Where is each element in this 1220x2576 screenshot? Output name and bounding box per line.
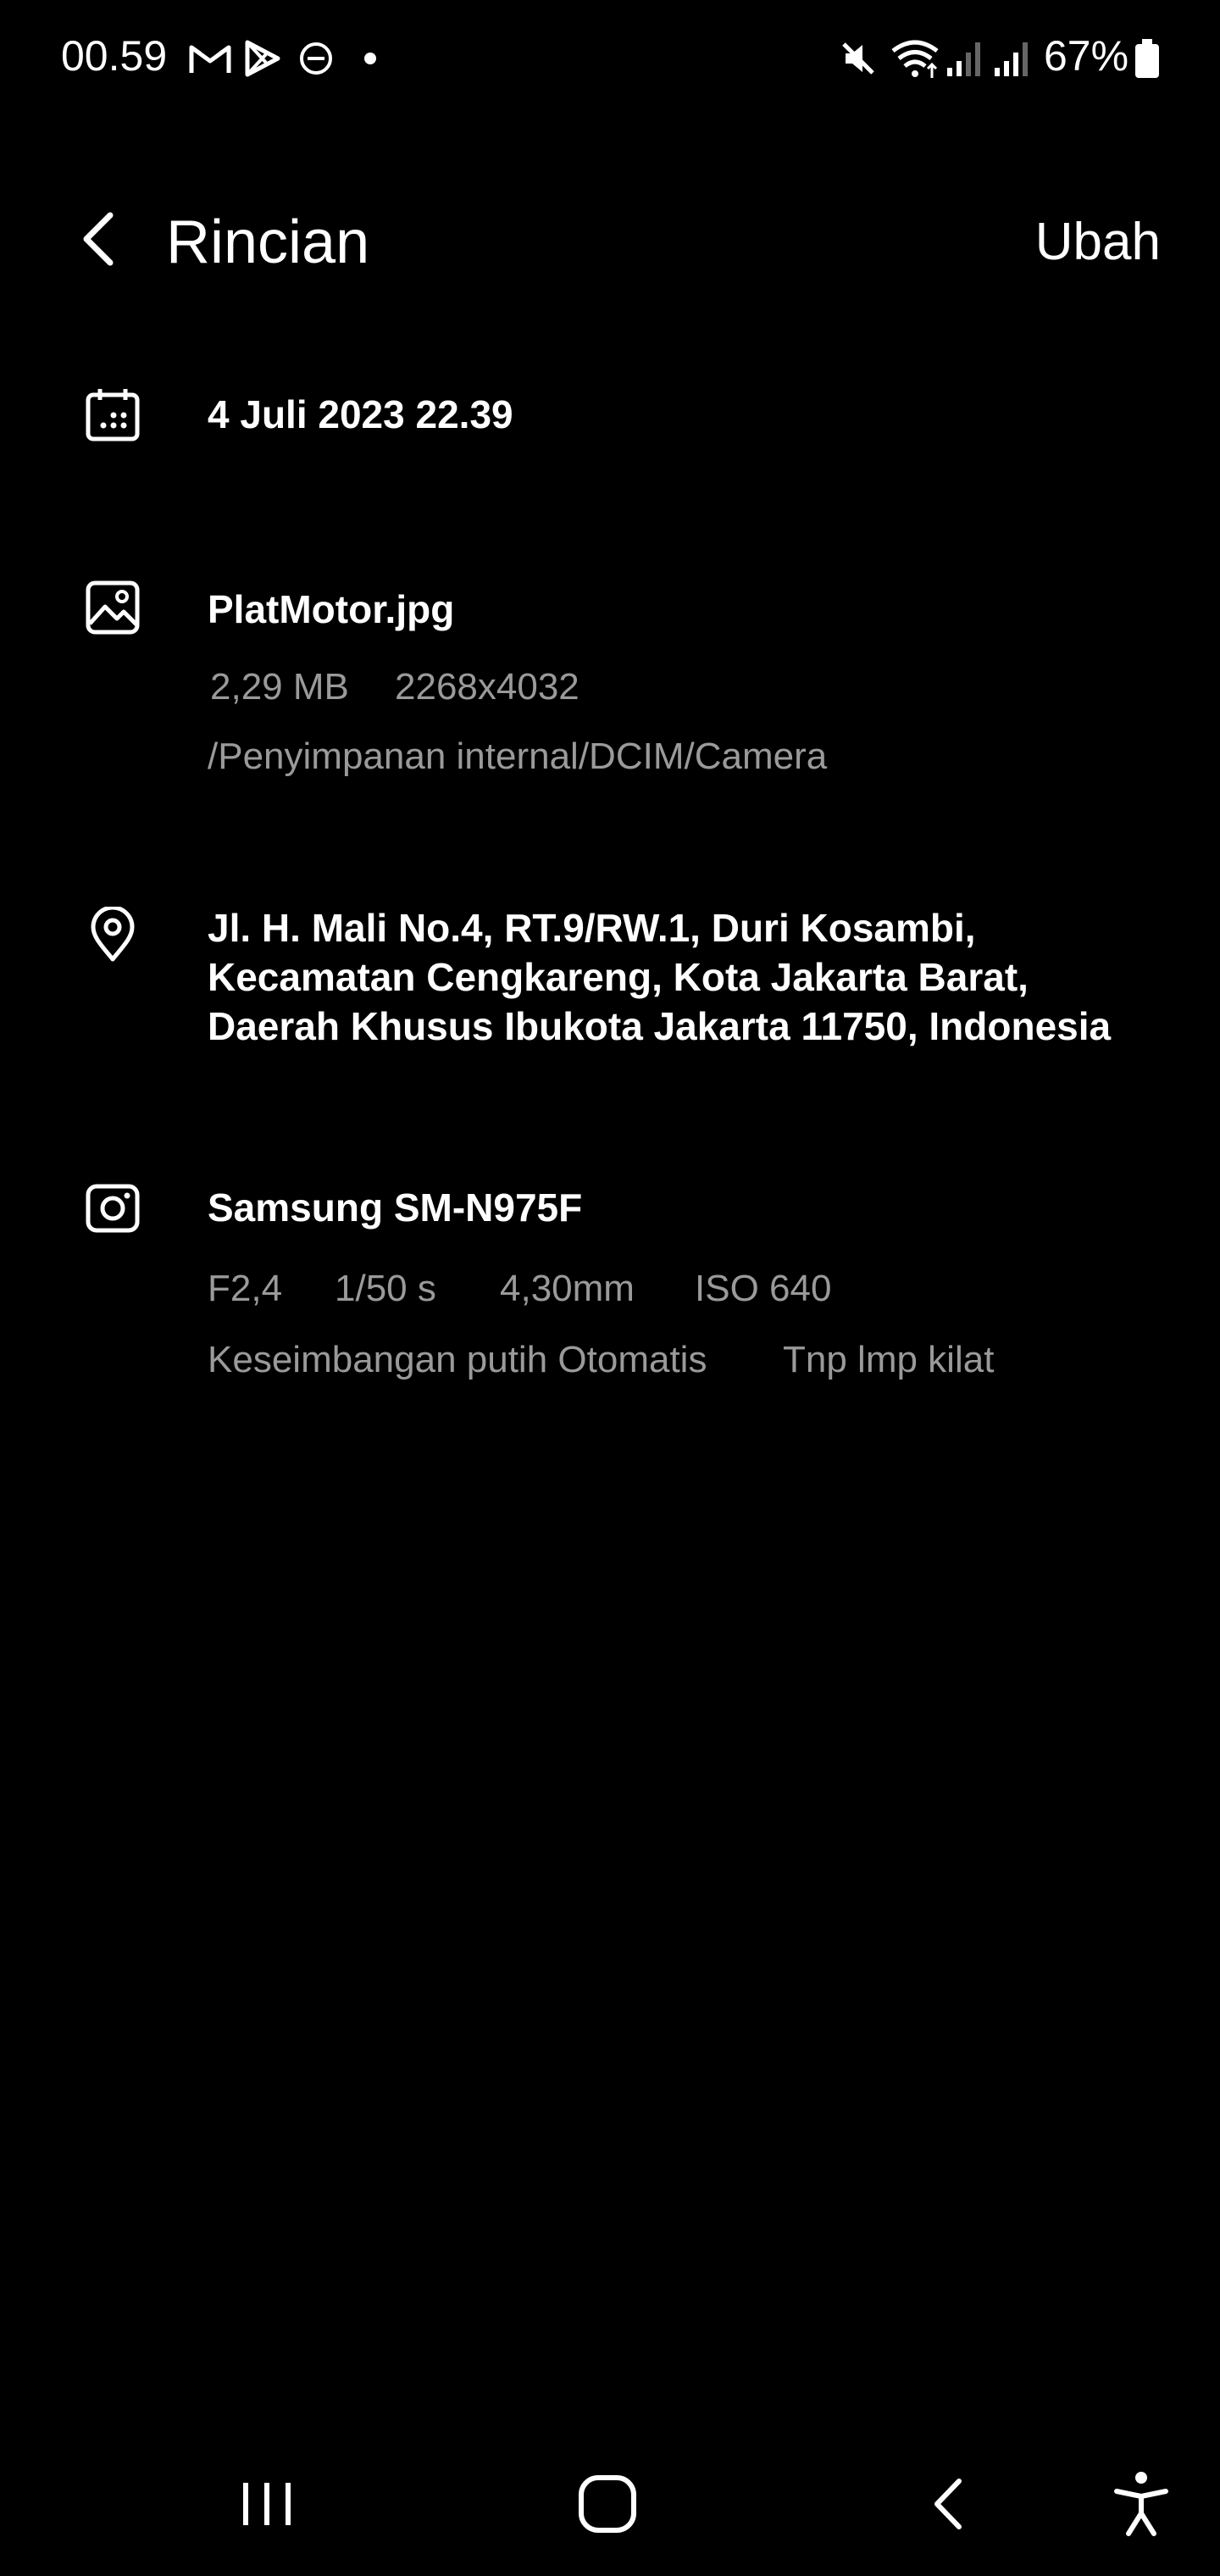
navigation-bar [0, 2423, 1220, 2576]
camera-model: Samsung SM-N975F [208, 1185, 583, 1230]
date-time: 4 Juli 2023 22.39 [208, 392, 513, 436]
image-icon [86, 580, 140, 635]
edit-button[interactable]: Ubah [1017, 207, 1161, 278]
file-path: /Penyimpanan internal/DCIM/Camera [208, 736, 828, 777]
dot-icon [364, 53, 376, 64]
status-time: 00.59 [61, 32, 168, 80]
location-pin-icon [91, 907, 135, 962]
chevron-left-icon [83, 212, 114, 266]
aperture: F2,4 [208, 1268, 283, 1309]
white-balance: Keseimbangan putih Otomatis [208, 1339, 707, 1380]
page-title: Rincian [166, 208, 370, 276]
focal-length: 4,30mm [500, 1268, 635, 1309]
shutter-speed: 1/50 s [335, 1268, 436, 1309]
recent-apps-icon[interactable] [237, 2474, 297, 2534]
gmail-icon [189, 45, 231, 73]
battery-icon [1135, 39, 1159, 78]
mute-icon [842, 42, 874, 75]
back-icon[interactable] [925, 2474, 971, 2534]
home-icon[interactable] [576, 2473, 639, 2535]
do-not-disturb-icon [300, 42, 332, 75]
address-line: Daerah Khusus Ibukota Jakarta 11750, Ind… [208, 1004, 1112, 1048]
accessibility-icon[interactable] [1112, 2469, 1171, 2537]
iso: ISO 640 [695, 1268, 832, 1309]
flash: Tnp lmp kilat [783, 1339, 995, 1380]
play-store-icon [245, 40, 280, 77]
signal-icon [995, 42, 1028, 76]
signal-icon [947, 42, 980, 76]
battery-percentage: 67% [1044, 32, 1129, 80]
status-bar: 00.59 67% [0, 0, 1220, 110]
file-name: PlatMotor.jpg [208, 587, 455, 631]
camera-icon [86, 1184, 140, 1233]
back-button[interactable] [68, 203, 129, 275]
location-address: Jl. H. Mali No.4, RT.9/RW.1, Duri Kosamb… [208, 903, 1182, 1051]
wifi-icon [891, 40, 939, 78]
calendar-icon [86, 389, 140, 441]
address-line: Jl. H. Mali No.4, RT.9/RW.1, Duri Kosamb… [208, 906, 976, 950]
address-line: Kecamatan Cengkareng, Kota Jakarta Barat… [208, 955, 1029, 999]
file-resolution: 2268x4032 [395, 666, 580, 708]
file-size: 2,29 MB [210, 666, 349, 708]
